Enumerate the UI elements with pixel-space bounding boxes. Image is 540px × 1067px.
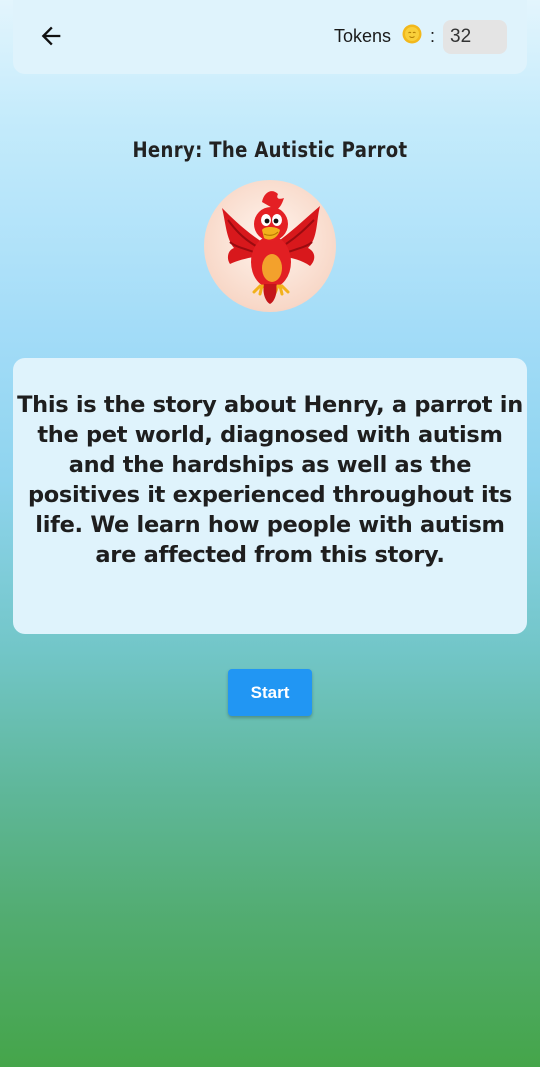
tokens-separator: : (430, 26, 436, 46)
parrot-avatar (204, 180, 336, 312)
story-description-card: This is the story about Henry, a parrot … (13, 358, 527, 634)
token-count-field: 32 (443, 20, 507, 54)
story-description: This is the story about Henry, a parrot … (17, 392, 523, 568)
tokens-label: Tokens (334, 26, 392, 46)
red-parrot-icon (222, 191, 320, 304)
story-title: Henry: The Autistic Parrot (132, 138, 408, 162)
start-button[interactable]: Start (228, 669, 312, 716)
arrow-left-icon[interactable] (37, 22, 65, 50)
top-app-bar: Tokens : 32 (13, 0, 527, 74)
coin-icon (402, 24, 422, 44)
